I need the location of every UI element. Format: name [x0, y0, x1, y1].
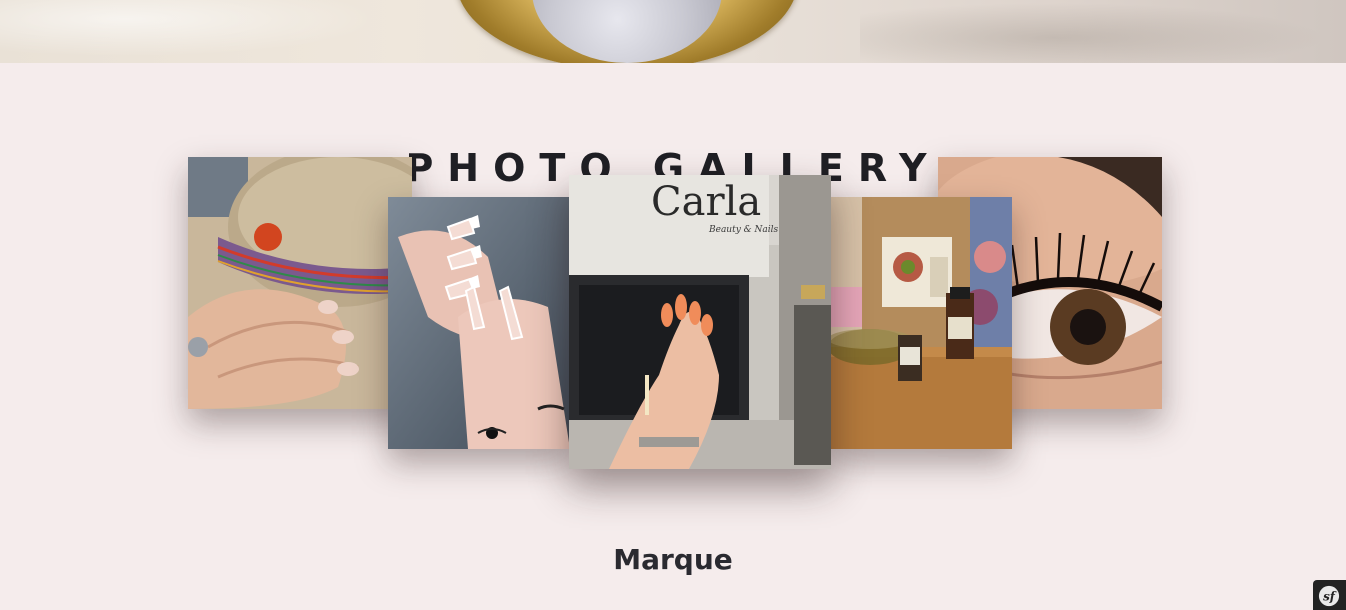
skincare-products-photo[interactable] [830, 197, 1012, 449]
salon-sign-text: Carla [651, 179, 762, 225]
nails-hat-photo[interactable] [188, 157, 412, 409]
french-nails-photo[interactable] [388, 197, 570, 449]
hero-banner-image [0, 0, 1346, 63]
svg-text:sf: sf [1323, 590, 1337, 604]
carla-salon-storefront-photo[interactable]: Carla Beauty & Nails [569, 175, 831, 469]
symfony-icon: sf [1318, 585, 1340, 607]
salon-sign-subtext: Beauty & Nails [709, 225, 779, 235]
brand-heading: Marque [613, 543, 733, 576]
symfony-toolbar-toggle[interactable]: sf [1313, 580, 1346, 610]
